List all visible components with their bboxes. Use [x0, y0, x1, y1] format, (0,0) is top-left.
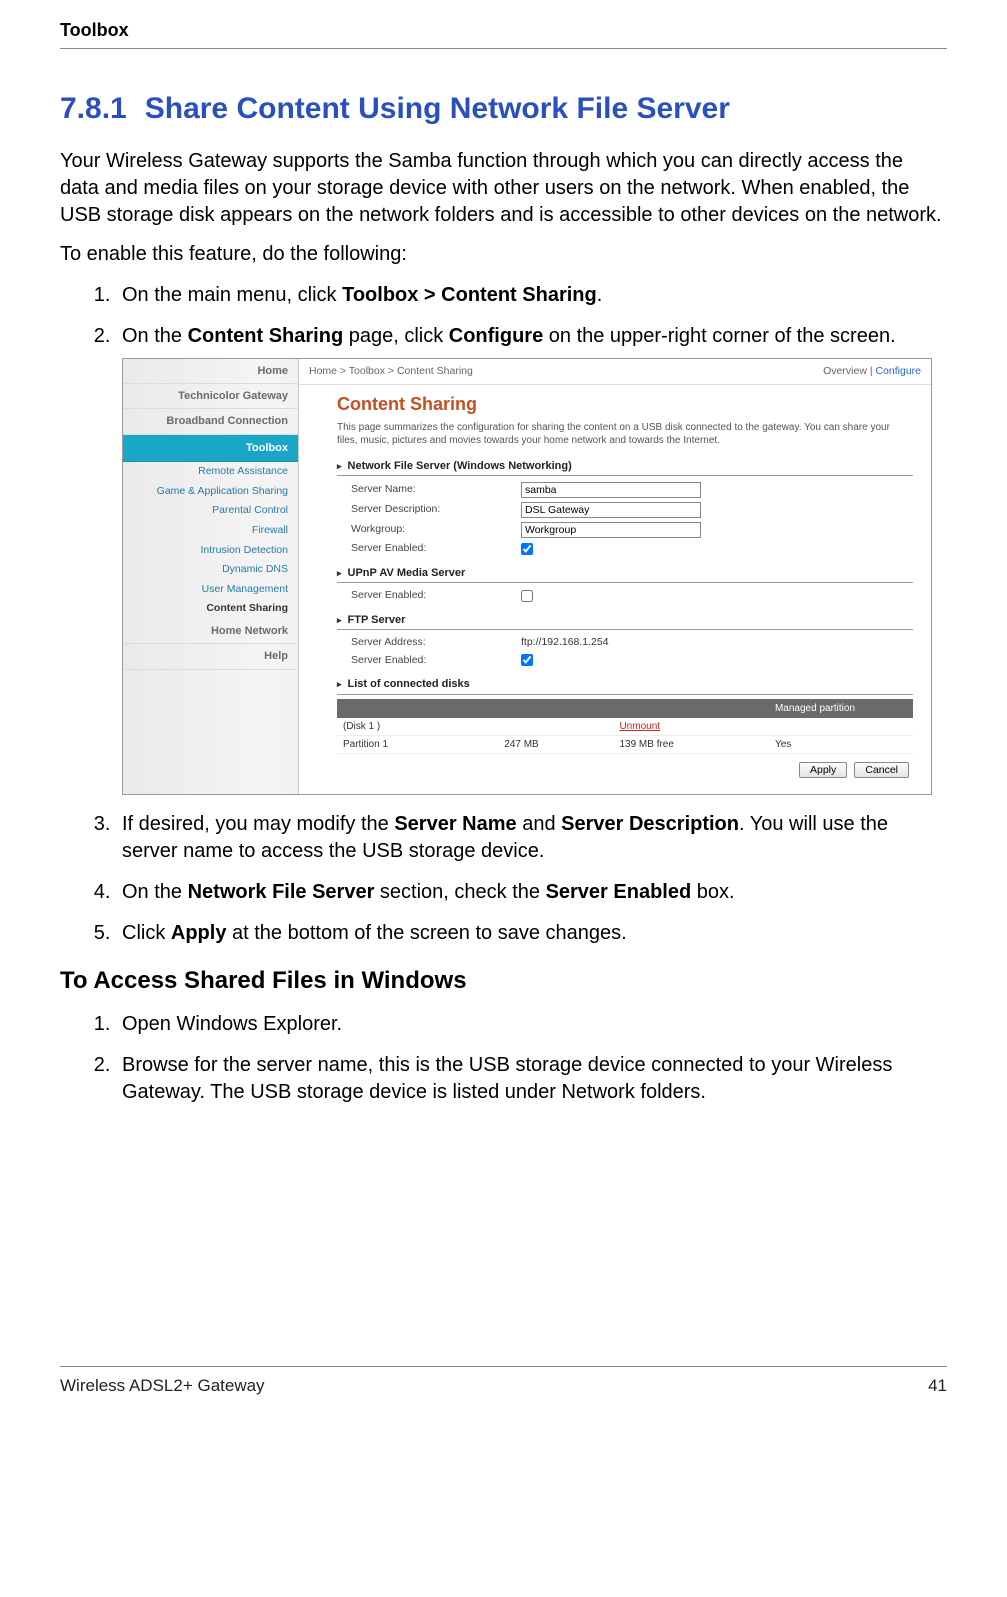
step-4-mid: section, check the	[374, 881, 545, 903]
section-title: Share Content Using Network File Server	[145, 92, 730, 125]
ftp-addr-value: ftp://192.168.1.254	[521, 636, 609, 650]
partition-managed: Yes	[769, 735, 913, 753]
ftp-enabled-label: Server Enabled:	[351, 654, 521, 668]
view-links: Overview | Configure	[823, 365, 921, 379]
page-header: Toolbox	[60, 18, 947, 49]
step-2: On the Content Sharing page, click Confi…	[116, 323, 947, 795]
step-4: On the Network File Server section, chec…	[116, 879, 947, 906]
cancel-button[interactable]: Cancel	[854, 762, 909, 778]
workgroup-input[interactable]	[521, 522, 701, 538]
table-row: (Disk 1 ) Unmount	[337, 718, 913, 736]
step-3-mid: and	[517, 813, 561, 835]
step-4-b2: Server Enabled	[546, 881, 692, 903]
win-step-2: Browse for the server name, this is the …	[116, 1052, 947, 1106]
step-4-pre: On the	[122, 881, 188, 903]
step-5-post: at the bottom of the screen to save chan…	[226, 922, 626, 944]
col-managed-partition: Managed partition	[769, 699, 913, 718]
workgroup-label: Workgroup:	[351, 523, 521, 537]
configure-link[interactable]: Configure	[875, 365, 921, 377]
lead-paragraph: To enable this feature, do the following…	[60, 241, 947, 268]
step-1-post: .	[597, 284, 603, 306]
nav-home[interactable]: Home	[123, 359, 298, 384]
group-ftp-heading: FTP Server	[337, 611, 913, 630]
step-2-b1: Content Sharing	[188, 325, 344, 347]
step-5-b1: Apply	[171, 922, 227, 944]
ftp-addr-label: Server Address:	[351, 636, 521, 650]
nav-technicolor-gateway[interactable]: Technicolor Gateway	[123, 384, 298, 409]
panel-title: Content Sharing	[337, 393, 913, 416]
server-name-input[interactable]	[521, 482, 701, 498]
section-heading: 7.8.1 Share Content Using Network File Se…	[60, 89, 947, 130]
group-upnp-heading: UPnP AV Media Server	[337, 564, 913, 583]
nav-broadband-connection[interactable]: Broadband Connection	[123, 409, 298, 434]
step-3: If desired, you may modify the Server Na…	[116, 811, 947, 865]
section-number: 7.8.1	[60, 92, 127, 125]
page-number: 41	[928, 1375, 947, 1398]
nav-remote-assistance[interactable]: Remote Assistance	[123, 462, 298, 482]
panel-description: This page summarizes the configuration f…	[337, 421, 913, 447]
partition-name: Partition 1	[337, 735, 498, 753]
windows-steps-list: Open Windows Explorer. Browse for the se…	[116, 1011, 947, 1106]
upnp-enabled-label: Server Enabled:	[351, 589, 521, 603]
nav-parental-control[interactable]: Parental Control	[123, 501, 298, 521]
ftp-enabled-checkbox[interactable]	[521, 654, 533, 666]
server-desc-label: Server Description:	[351, 503, 521, 517]
nav-dynamic-dns[interactable]: Dynamic DNS	[123, 560, 298, 580]
step-1: On the main menu, click Toolbox > Conten…	[116, 282, 947, 309]
apply-button[interactable]: Apply	[799, 762, 847, 778]
step-5-pre: Click	[122, 922, 171, 944]
nav-firewall[interactable]: Firewall	[123, 521, 298, 541]
footer-left: Wireless ADSL2+ Gateway	[60, 1375, 265, 1398]
nfs-enabled-label: Server Enabled:	[351, 542, 521, 556]
group-disks-heading: List of connected disks	[337, 675, 913, 694]
nav-help[interactable]: Help	[123, 644, 298, 669]
server-name-label: Server Name:	[351, 483, 521, 497]
server-desc-input[interactable]	[521, 502, 701, 518]
steps-list: On the main menu, click Toolbox > Conten…	[116, 282, 947, 947]
breadcrumb-bar: Home > Toolbox > Content Sharing Overvie…	[299, 359, 931, 386]
nav-home-network[interactable]: Home Network	[123, 619, 298, 644]
partition-free: 139 MB free	[613, 735, 769, 753]
step-5: Click Apply at the bottom of the screen …	[116, 920, 947, 947]
partition-size: 247 MB	[498, 735, 613, 753]
nav-intrusion-detection[interactable]: Intrusion Detection	[123, 541, 298, 561]
step-3-b1: Server Name	[394, 813, 516, 835]
disks-table: Managed partition (Disk 1 ) Unmount Part…	[337, 699, 913, 754]
step-2-mid: page, click	[343, 325, 449, 347]
overview-link[interactable]: Overview	[823, 365, 867, 377]
step-3-b2: Server Description	[561, 813, 739, 835]
breadcrumb: Home > Toolbox > Content Sharing	[309, 365, 473, 379]
sidebar: Home Technicolor Gateway Broadband Conne…	[123, 359, 299, 794]
group-nfs-heading: Network File Server (Windows Networking)	[337, 457, 913, 476]
nav-game-app-sharing[interactable]: Game & Application Sharing	[123, 482, 298, 502]
nav-toolbox[interactable]: Toolbox	[123, 435, 298, 462]
nav-user-management[interactable]: User Management	[123, 580, 298, 600]
step-4-post: box.	[691, 881, 734, 903]
table-row: Partition 1 247 MB 139 MB free Yes	[337, 735, 913, 753]
step-2-post: on the upper-right corner of the screen.	[543, 325, 895, 347]
disk-name: (Disk 1 )	[337, 718, 498, 736]
step-4-b1: Network File Server	[188, 881, 375, 903]
page-footer: Wireless ADSL2+ Gateway 41	[60, 1366, 947, 1398]
unmount-link[interactable]: Unmount	[619, 721, 660, 732]
win-step-1: Open Windows Explorer.	[116, 1011, 947, 1038]
screenshot-content-sharing: Home Technicolor Gateway Broadband Conne…	[122, 358, 932, 795]
sub-heading: To Access Shared Files in Windows	[60, 965, 947, 997]
step-1-bold: Toolbox > Content Sharing	[342, 284, 597, 306]
nfs-enabled-checkbox[interactable]	[521, 543, 533, 555]
step-3-pre: If desired, you may modify the	[122, 813, 394, 835]
step-2-pre: On the	[122, 325, 188, 347]
step-1-text: On the main menu, click	[122, 284, 342, 306]
upnp-enabled-checkbox[interactable]	[521, 590, 533, 602]
nav-content-sharing[interactable]: Content Sharing	[123, 599, 298, 619]
step-2-b2: Configure	[449, 325, 543, 347]
intro-paragraph: Your Wireless Gateway supports the Samba…	[60, 148, 947, 229]
